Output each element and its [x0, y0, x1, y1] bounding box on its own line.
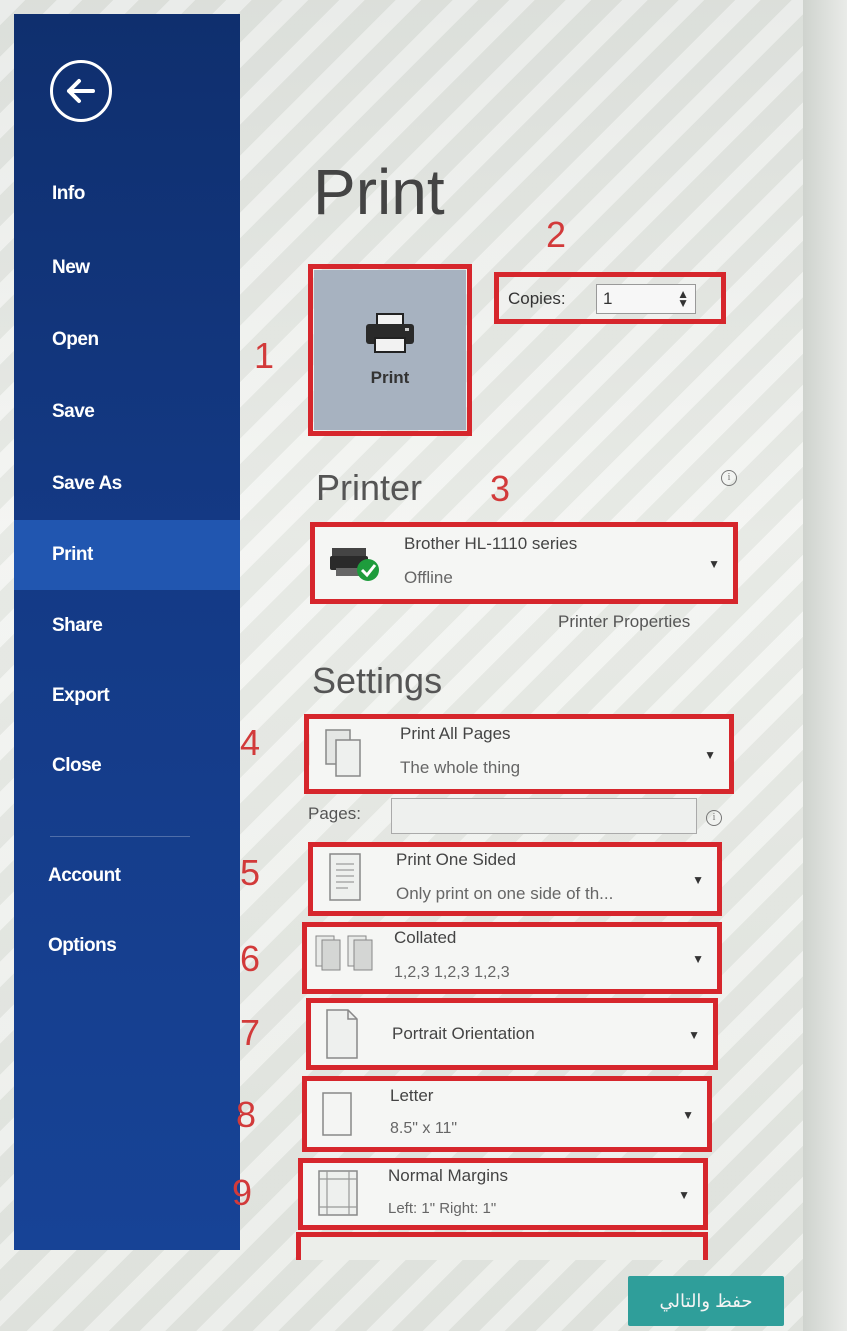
settings-heading: Settings: [312, 660, 443, 701]
annotation-8: 8: [236, 1094, 257, 1135]
nav-new[interactable]: New: [14, 248, 240, 288]
nav-export[interactable]: Export: [14, 676, 240, 716]
annotation-box-1: [308, 264, 472, 436]
nav-open[interactable]: Open: [14, 320, 240, 360]
annotation-9: 9: [232, 1172, 253, 1213]
page-title: Print: [313, 156, 445, 228]
printer-heading: Printer: [316, 467, 423, 508]
annotation-box-4: [304, 714, 734, 794]
back-button[interactable]: [50, 60, 112, 122]
annotation-4: 4: [240, 722, 261, 763]
back-arrow-icon: [67, 79, 95, 103]
annotation-1: 1: [254, 335, 275, 376]
nav-options[interactable]: Options: [14, 926, 240, 966]
info-icon[interactable]: i: [706, 810, 722, 826]
backstage-sidebar: Info New Open Save Save As Print Share E…: [14, 14, 240, 1250]
nav-info[interactable]: Info: [14, 174, 240, 214]
annotation-box-8: [302, 1076, 712, 1152]
printer-properties-link[interactable]: Printer Properties: [558, 612, 690, 632]
annotation-5: 5: [240, 852, 261, 893]
nav-save-as[interactable]: Save As: [14, 464, 240, 504]
info-icon[interactable]: i: [721, 470, 737, 486]
annotation-box-5: [308, 842, 722, 916]
annotation-box-10: [296, 1232, 708, 1260]
annotation-7: 7: [240, 1012, 261, 1053]
save-and-next-button[interactable]: حفظ والتالي: [628, 1276, 784, 1326]
nav-account[interactable]: Account: [14, 856, 240, 896]
nav-close[interactable]: Close: [14, 746, 240, 786]
screen-edge: [803, 0, 847, 1331]
annotation-3: 3: [490, 468, 511, 509]
annotation-box-9: [298, 1158, 708, 1230]
annotation-box-6: [302, 922, 722, 994]
annotation-box-3: [310, 522, 738, 604]
nav-print[interactable]: Print: [14, 520, 240, 590]
nav-divider: [50, 836, 190, 837]
annotation-6: 6: [240, 938, 261, 979]
pages-input[interactable]: [391, 798, 697, 834]
annotation-box-2: [494, 272, 726, 324]
annotation-box-7: [306, 998, 718, 1070]
nav-share[interactable]: Share: [14, 606, 240, 646]
annotation-2: 2: [546, 214, 567, 255]
nav-save[interactable]: Save: [14, 392, 240, 432]
pages-label: Pages:: [308, 804, 361, 823]
